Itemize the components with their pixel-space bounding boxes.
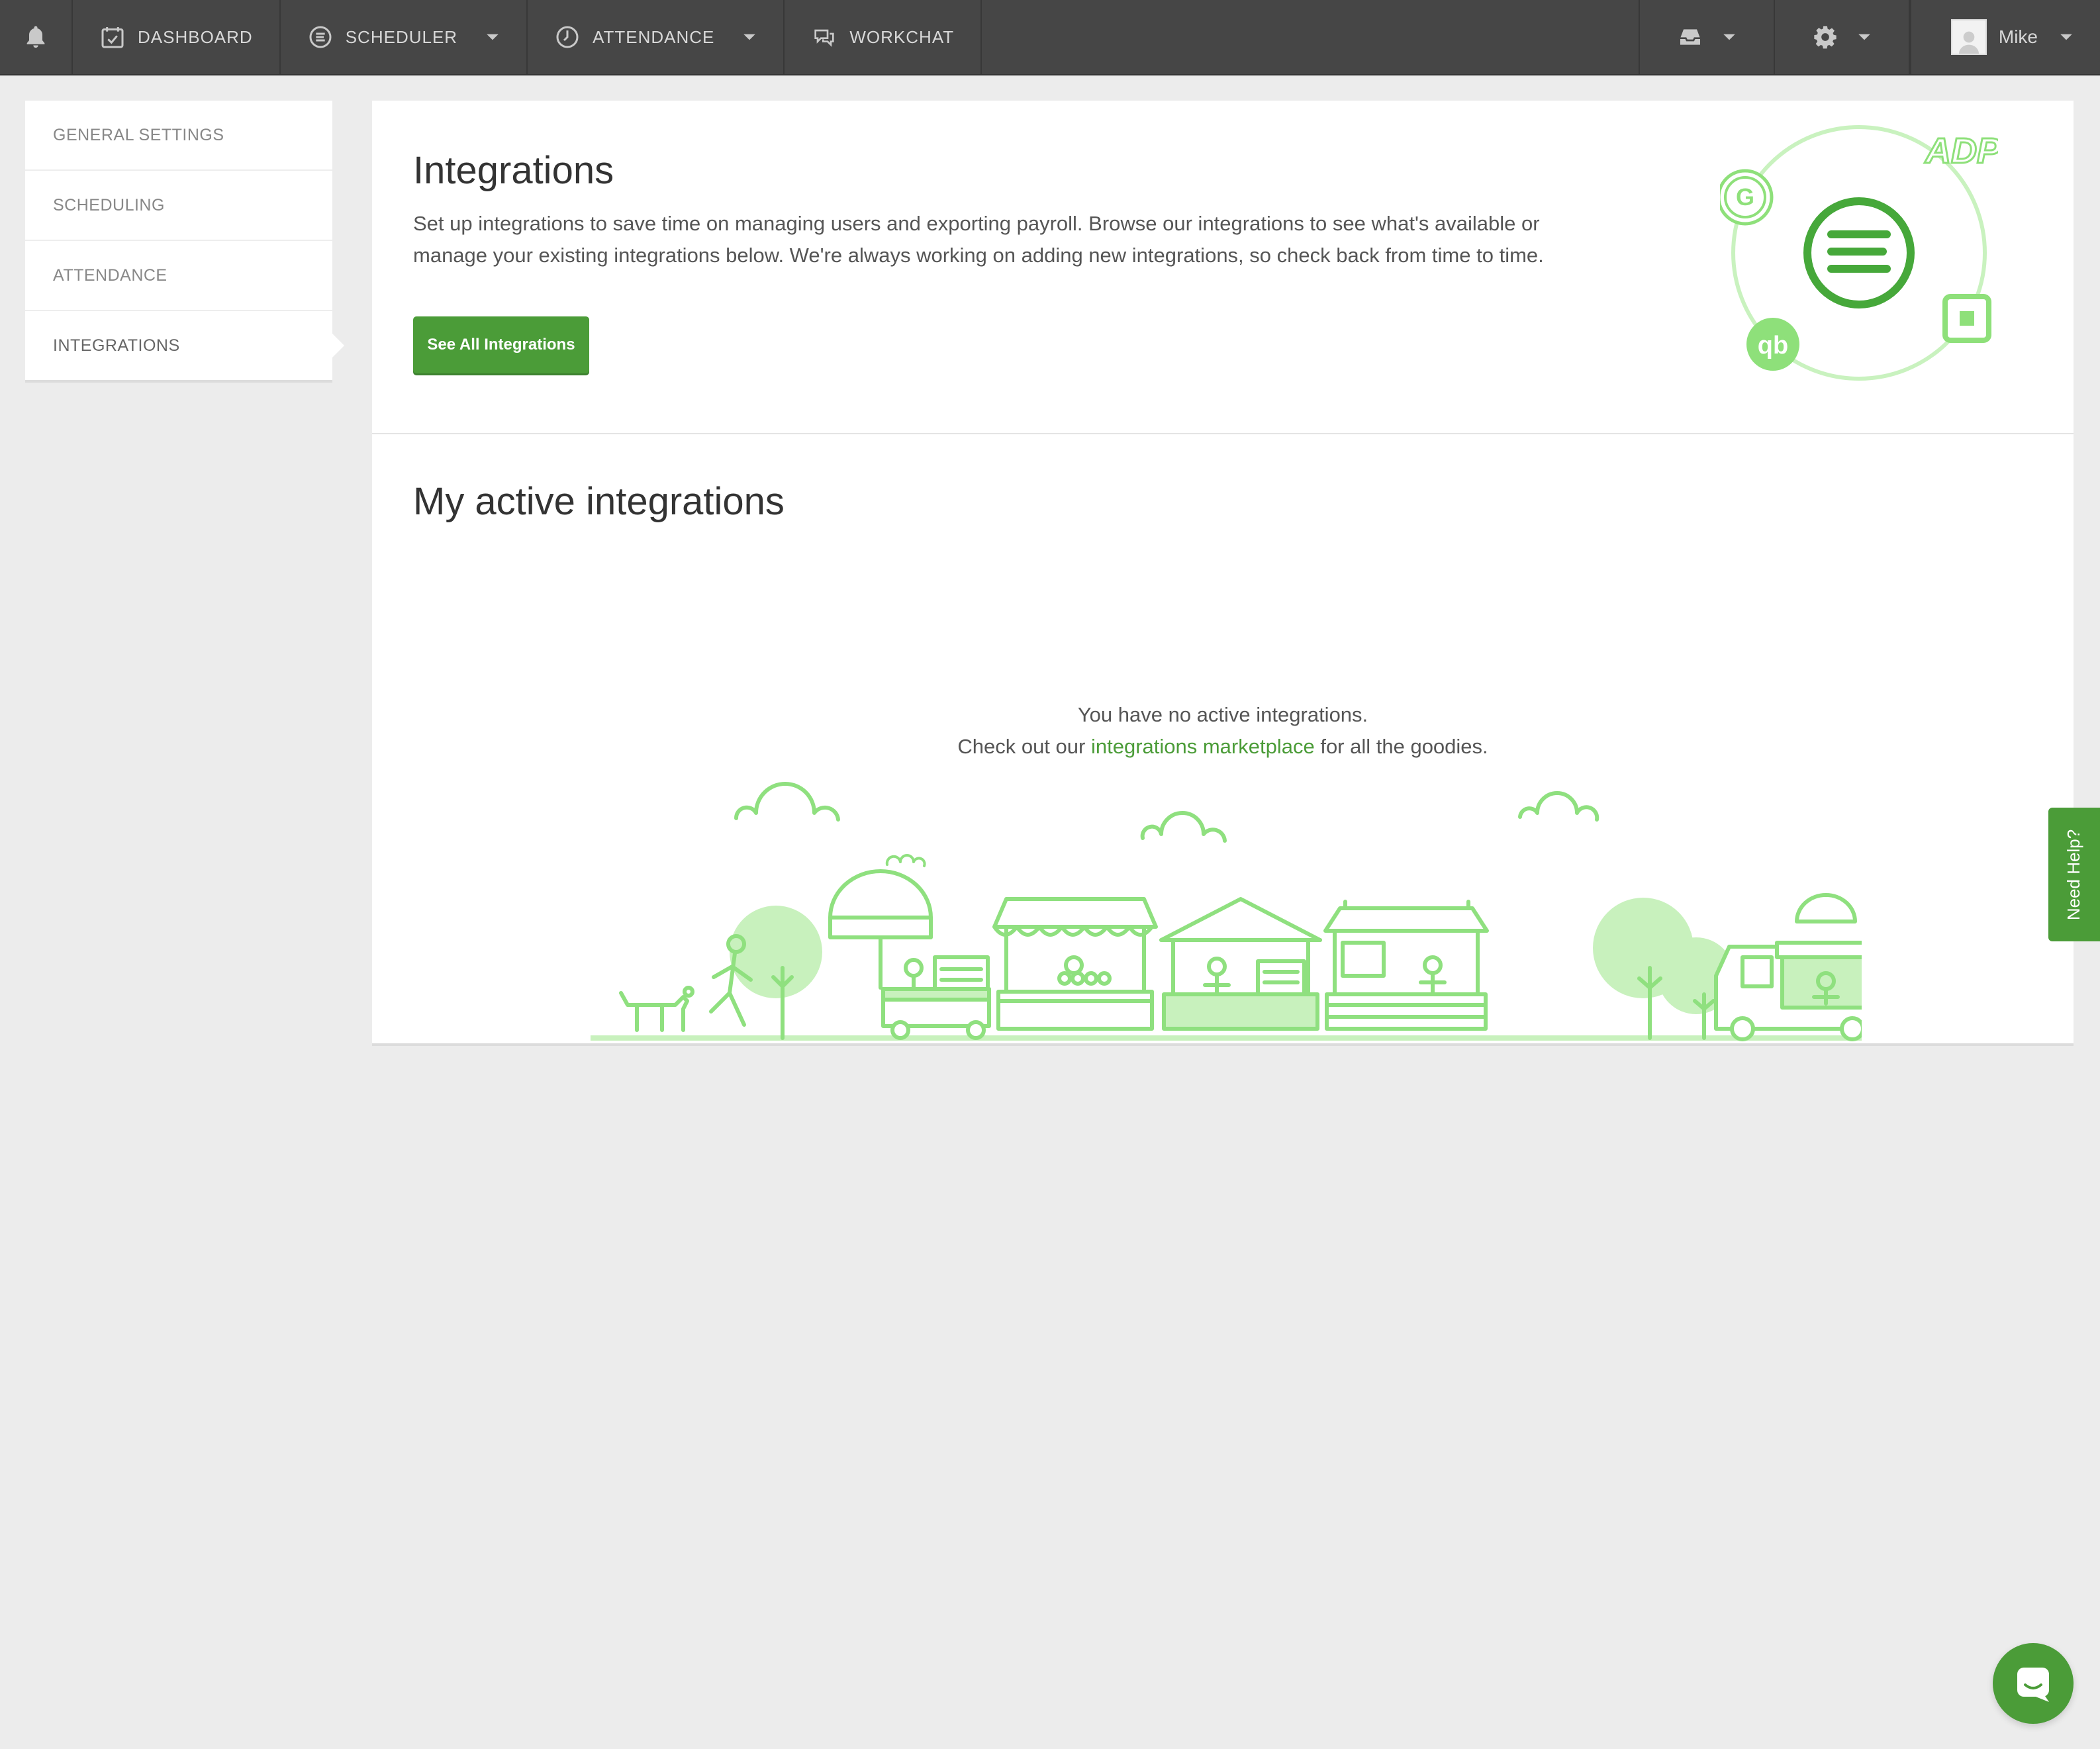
calendar-icon bbox=[101, 27, 124, 48]
inbox-menu[interactable] bbox=[1640, 0, 1775, 74]
notifications-button[interactable] bbox=[0, 0, 73, 74]
inbox-icon bbox=[1680, 29, 1700, 45]
sidebar-item-label: SCHEDULING bbox=[53, 195, 165, 214]
qb-logo-text: qb bbox=[1758, 332, 1788, 359]
integrations-hero-graphic: G ADP qb bbox=[1720, 125, 1998, 381]
chevron-down-icon bbox=[1723, 34, 1735, 40]
integrations-description: Set up integrations to save time on mana… bbox=[413, 212, 1544, 267]
nav-dashboard[interactable]: DASHBOARD bbox=[73, 0, 281, 74]
integrations-panel: Integrations Set up integrations to save… bbox=[372, 101, 2074, 1043]
nav-spacer bbox=[982, 0, 1640, 74]
clock-icon bbox=[556, 26, 579, 48]
adp-logo-text: ADP bbox=[1924, 131, 1998, 171]
nav-scheduler-label: SCHEDULER bbox=[345, 26, 458, 47]
nav-workchat[interactable]: WORKCHAT bbox=[785, 0, 982, 74]
chevron-down-icon bbox=[2060, 34, 2072, 40]
user-menu[interactable]: Mike bbox=[1909, 0, 2100, 74]
sidebar-item-label: INTEGRATIONS bbox=[53, 336, 180, 355]
sidebar-item-label: GENERAL SETTINGS bbox=[53, 125, 224, 144]
nav-dashboard-label: DASHBOARD bbox=[138, 26, 253, 47]
empty-state-prefix: Check out our bbox=[957, 735, 1086, 758]
integrations-marketplace-link[interactable]: integrations marketplace bbox=[1091, 735, 1315, 758]
nav-attendance[interactable]: ATTENDANCE bbox=[528, 0, 785, 74]
sidebar-item-general-settings[interactable]: GENERAL SETTINGS bbox=[25, 101, 332, 171]
need-help-label: Need Help? bbox=[2064, 829, 2084, 920]
integrations-header-section: Integrations Set up integrations to save… bbox=[372, 101, 2074, 434]
settings-sidebar: GENERAL SETTINGS SCHEDULING ATTENDANCE I… bbox=[25, 101, 344, 380]
chat-bubble-icon bbox=[2017, 1668, 2049, 1702]
need-help-tab[interactable]: Need Help? bbox=[2048, 808, 2100, 941]
chat-icon bbox=[814, 29, 835, 47]
g-logo-text: G bbox=[1736, 183, 1754, 211]
user-name: Mike bbox=[1998, 26, 2038, 47]
see-all-integrations-button[interactable]: See All Integrations bbox=[413, 316, 589, 373]
nav-attendance-label: ATTENDANCE bbox=[593, 26, 715, 47]
settings-menu[interactable] bbox=[1775, 0, 1910, 74]
avatar bbox=[1950, 19, 1987, 55]
bell-icon bbox=[26, 26, 45, 48]
nav-scheduler[interactable]: SCHEDULER bbox=[281, 0, 528, 74]
support-chat-button[interactable] bbox=[1993, 1643, 2074, 1724]
chevron-down-icon bbox=[743, 34, 756, 40]
chevron-down-icon bbox=[487, 34, 499, 40]
top-nav: DASHBOARD SCHEDULER ATTENDANCE WORKCHAT … bbox=[0, 0, 2100, 75]
empty-state-message: You have no active integrations. Check o… bbox=[372, 699, 2074, 763]
empty-state-line2: Check out our integrations marketplace f… bbox=[372, 731, 2074, 763]
market-street-illustration bbox=[591, 782, 1862, 1041]
sidebar-item-scheduling[interactable]: SCHEDULING bbox=[25, 171, 332, 241]
sidebar-item-label: ATTENDANCE bbox=[53, 265, 167, 285]
sidebar-item-integrations[interactable]: INTEGRATIONS bbox=[25, 311, 344, 380]
empty-state-suffix: for all the goodies. bbox=[1320, 735, 1488, 758]
nav-workchat-label: WORKCHAT bbox=[849, 26, 955, 47]
empty-state-line1: You have no active integrations. bbox=[1077, 703, 1368, 726]
page-title: Integrations bbox=[413, 149, 614, 192]
chevron-down-icon bbox=[1858, 34, 1870, 40]
active-integrations-title: My active integrations bbox=[413, 480, 785, 523]
gear-icon bbox=[1814, 26, 1837, 49]
scheduler-icon bbox=[309, 26, 332, 48]
sidebar-item-attendance[interactable]: ATTENDANCE bbox=[25, 241, 332, 311]
